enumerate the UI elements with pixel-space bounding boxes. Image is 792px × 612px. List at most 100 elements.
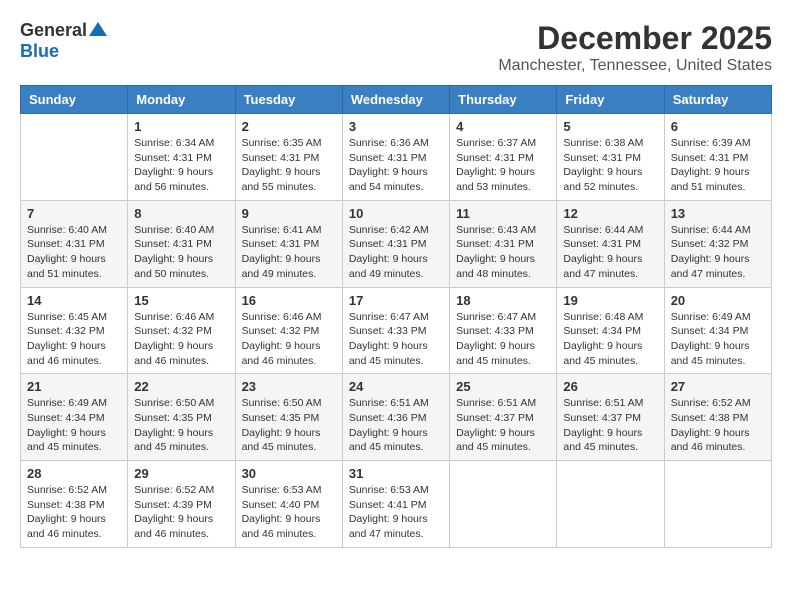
sunrise-text: Sunrise: 6:53 AM	[349, 484, 429, 496]
day-info: Sunrise: 6:53 AM Sunset: 4:41 PM Dayligh…	[349, 483, 443, 542]
sunrise-text: Sunrise: 6:43 AM	[456, 224, 536, 236]
calendar-cell-3-6: 19 Sunrise: 6:48 AM Sunset: 4:34 PM Dayl…	[557, 287, 664, 374]
day-info: Sunrise: 6:47 AM Sunset: 4:33 PM Dayligh…	[349, 310, 443, 369]
day-number: 24	[349, 379, 443, 394]
daylight-text: Daylight: 9 hours and 45 minutes.	[349, 340, 428, 367]
sunset-text: Sunset: 4:37 PM	[456, 412, 534, 424]
sunrise-text: Sunrise: 6:50 AM	[242, 397, 322, 409]
day-number: 28	[27, 466, 121, 481]
sunrise-text: Sunrise: 6:53 AM	[242, 484, 322, 496]
day-info: Sunrise: 6:44 AM Sunset: 4:32 PM Dayligh…	[671, 223, 765, 282]
sunset-text: Sunset: 4:31 PM	[563, 238, 641, 250]
sunrise-text: Sunrise: 6:40 AM	[134, 224, 214, 236]
sunset-text: Sunset: 4:31 PM	[134, 238, 212, 250]
sunrise-text: Sunrise: 6:51 AM	[456, 397, 536, 409]
sunrise-text: Sunrise: 6:51 AM	[563, 397, 643, 409]
daylight-text: Daylight: 9 hours and 56 minutes.	[134, 166, 213, 193]
daylight-text: Daylight: 9 hours and 54 minutes.	[349, 166, 428, 193]
sunset-text: Sunset: 4:31 PM	[349, 152, 427, 164]
calendar-cell-1-5: 4 Sunrise: 6:37 AM Sunset: 4:31 PM Dayli…	[450, 114, 557, 201]
day-number: 30	[242, 466, 336, 481]
calendar-cell-2-7: 13 Sunrise: 6:44 AM Sunset: 4:32 PM Dayl…	[664, 200, 771, 287]
day-number: 13	[671, 206, 765, 221]
calendar-cell-1-7: 6 Sunrise: 6:39 AM Sunset: 4:31 PM Dayli…	[664, 114, 771, 201]
header: General Blue December 2025 Manchester, T…	[20, 20, 772, 75]
calendar-subtitle: Manchester, Tennessee, United States	[498, 57, 772, 75]
day-number: 18	[456, 293, 550, 308]
sunset-text: Sunset: 4:38 PM	[27, 499, 105, 511]
day-number: 1	[134, 119, 228, 134]
sunset-text: Sunset: 4:39 PM	[134, 499, 212, 511]
daylight-text: Daylight: 9 hours and 52 minutes.	[563, 166, 642, 193]
sunset-text: Sunset: 4:33 PM	[349, 325, 427, 337]
day-info: Sunrise: 6:39 AM Sunset: 4:31 PM Dayligh…	[671, 136, 765, 195]
day-info: Sunrise: 6:49 AM Sunset: 4:34 PM Dayligh…	[27, 396, 121, 455]
sunrise-text: Sunrise: 6:46 AM	[134, 311, 214, 323]
day-number: 8	[134, 206, 228, 221]
sunset-text: Sunset: 4:38 PM	[671, 412, 749, 424]
col-wednesday: Wednesday	[342, 86, 449, 114]
sunrise-text: Sunrise: 6:50 AM	[134, 397, 214, 409]
day-number: 25	[456, 379, 550, 394]
daylight-text: Daylight: 9 hours and 55 minutes.	[242, 166, 321, 193]
sunrise-text: Sunrise: 6:36 AM	[349, 137, 429, 149]
day-number: 22	[134, 379, 228, 394]
daylight-text: Daylight: 9 hours and 45 minutes.	[563, 427, 642, 454]
sunrise-text: Sunrise: 6:47 AM	[456, 311, 536, 323]
daylight-text: Daylight: 9 hours and 46 minutes.	[134, 513, 213, 540]
day-number: 4	[456, 119, 550, 134]
day-info: Sunrise: 6:44 AM Sunset: 4:31 PM Dayligh…	[563, 223, 657, 282]
day-info: Sunrise: 6:40 AM Sunset: 4:31 PM Dayligh…	[27, 223, 121, 282]
col-monday: Monday	[128, 86, 235, 114]
daylight-text: Daylight: 9 hours and 45 minutes.	[349, 427, 428, 454]
sunrise-text: Sunrise: 6:34 AM	[134, 137, 214, 149]
sunset-text: Sunset: 4:37 PM	[563, 412, 641, 424]
day-info: Sunrise: 6:48 AM Sunset: 4:34 PM Dayligh…	[563, 310, 657, 369]
sunrise-text: Sunrise: 6:35 AM	[242, 137, 322, 149]
day-info: Sunrise: 6:51 AM Sunset: 4:36 PM Dayligh…	[349, 396, 443, 455]
sunset-text: Sunset: 4:32 PM	[27, 325, 105, 337]
calendar-table: Sunday Monday Tuesday Wednesday Thursday…	[20, 85, 772, 548]
daylight-text: Daylight: 9 hours and 49 minutes.	[242, 253, 321, 280]
calendar-cell-4-6: 26 Sunrise: 6:51 AM Sunset: 4:37 PM Dayl…	[557, 374, 664, 461]
day-number: 3	[349, 119, 443, 134]
day-number: 19	[563, 293, 657, 308]
daylight-text: Daylight: 9 hours and 46 minutes.	[242, 340, 321, 367]
sunrise-text: Sunrise: 6:47 AM	[349, 311, 429, 323]
sunset-text: Sunset: 4:31 PM	[27, 238, 105, 250]
col-friday: Friday	[557, 86, 664, 114]
calendar-cell-2-1: 7 Sunrise: 6:40 AM Sunset: 4:31 PM Dayli…	[21, 200, 128, 287]
sunrise-text: Sunrise: 6:51 AM	[349, 397, 429, 409]
day-number: 26	[563, 379, 657, 394]
calendar-cell-2-6: 12 Sunrise: 6:44 AM Sunset: 4:31 PM Dayl…	[557, 200, 664, 287]
daylight-text: Daylight: 9 hours and 45 minutes.	[242, 427, 321, 454]
daylight-text: Daylight: 9 hours and 53 minutes.	[456, 166, 535, 193]
sunset-text: Sunset: 4:34 PM	[27, 412, 105, 424]
day-info: Sunrise: 6:42 AM Sunset: 4:31 PM Dayligh…	[349, 223, 443, 282]
calendar-week-2: 7 Sunrise: 6:40 AM Sunset: 4:31 PM Dayli…	[21, 200, 772, 287]
calendar-cell-5-6	[557, 461, 664, 548]
sunrise-text: Sunrise: 6:52 AM	[27, 484, 107, 496]
day-info: Sunrise: 6:52 AM Sunset: 4:38 PM Dayligh…	[27, 483, 121, 542]
calendar-header-row: Sunday Monday Tuesday Wednesday Thursday…	[21, 86, 772, 114]
sunset-text: Sunset: 4:31 PM	[671, 152, 749, 164]
sunrise-text: Sunrise: 6:49 AM	[671, 311, 751, 323]
sunset-text: Sunset: 4:31 PM	[456, 152, 534, 164]
day-info: Sunrise: 6:50 AM Sunset: 4:35 PM Dayligh…	[242, 396, 336, 455]
calendar-cell-3-4: 17 Sunrise: 6:47 AM Sunset: 4:33 PM Dayl…	[342, 287, 449, 374]
logo-blue-text: Blue	[20, 41, 59, 62]
calendar-cell-5-7	[664, 461, 771, 548]
daylight-text: Daylight: 9 hours and 45 minutes.	[456, 427, 535, 454]
daylight-text: Daylight: 9 hours and 46 minutes.	[27, 340, 106, 367]
day-number: 17	[349, 293, 443, 308]
daylight-text: Daylight: 9 hours and 51 minutes.	[671, 166, 750, 193]
day-number: 12	[563, 206, 657, 221]
calendar-cell-2-2: 8 Sunrise: 6:40 AM Sunset: 4:31 PM Dayli…	[128, 200, 235, 287]
sunrise-text: Sunrise: 6:52 AM	[671, 397, 751, 409]
calendar-cell-3-3: 16 Sunrise: 6:46 AM Sunset: 4:32 PM Dayl…	[235, 287, 342, 374]
sunset-text: Sunset: 4:31 PM	[242, 238, 320, 250]
calendar-cell-5-1: 28 Sunrise: 6:52 AM Sunset: 4:38 PM Dayl…	[21, 461, 128, 548]
calendar-cell-1-6: 5 Sunrise: 6:38 AM Sunset: 4:31 PM Dayli…	[557, 114, 664, 201]
sunset-text: Sunset: 4:35 PM	[134, 412, 212, 424]
daylight-text: Daylight: 9 hours and 45 minutes.	[671, 340, 750, 367]
